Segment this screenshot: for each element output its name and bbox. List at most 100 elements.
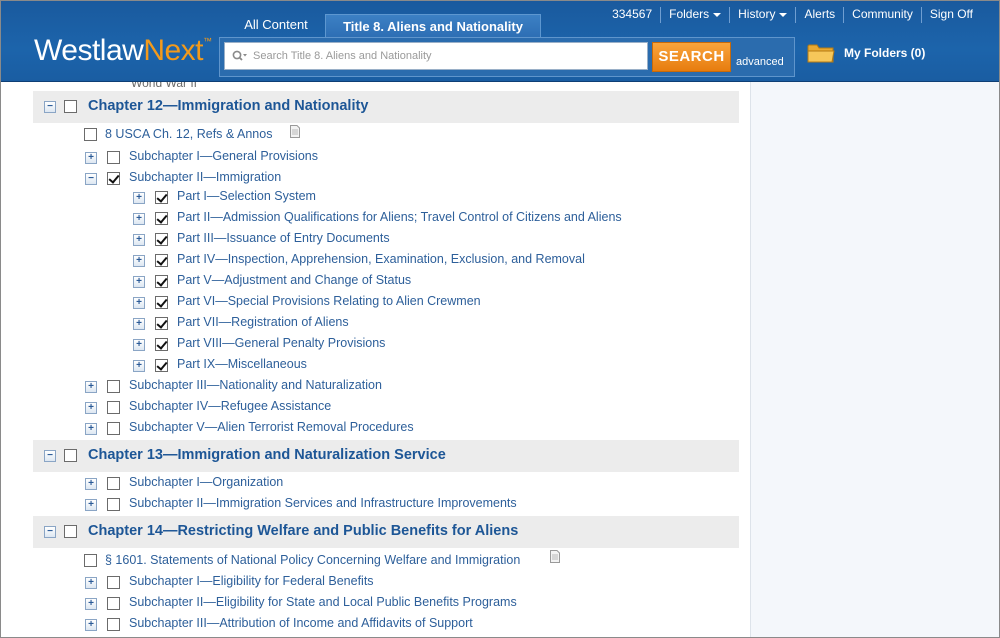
search-area: SEARCH advanced (219, 37, 795, 77)
subchapter-checkbox[interactable] (107, 401, 120, 414)
subchapter-link[interactable]: Subchapter IV—Refugee Assistance (129, 399, 331, 413)
refs-checkbox[interactable] (84, 128, 97, 141)
subchapter-link[interactable]: Subchapter V—Alien Terrorist Removal Pro… (129, 420, 414, 434)
part-link[interactable]: Part IX—Miscellaneous (177, 357, 307, 371)
search-box (224, 42, 648, 70)
part-checkbox[interactable] (155, 338, 168, 351)
logo-brand: Westlaw (34, 34, 144, 67)
part-checkbox[interactable] (155, 191, 168, 204)
chapter-12-link[interactable]: Chapter 12—Immigration and Nationality (88, 98, 368, 114)
history-menu-label: History (738, 7, 776, 21)
advanced-search-link[interactable]: advanced (736, 56, 784, 68)
part-checkbox[interactable] (155, 296, 168, 309)
collapse-icon[interactable]: − (44, 526, 56, 538)
subchapter-link[interactable]: Subchapter I—Eligibility for Federal Ben… (129, 574, 374, 588)
subchapter-link[interactable]: Subchapter III—Attribution of Income and… (129, 616, 473, 630)
chapter-13-link[interactable]: Chapter 13—Immigration and Naturalizatio… (88, 447, 446, 463)
expand-icon[interactable]: + (133, 339, 145, 351)
sign-off-link[interactable]: Sign Off (920, 7, 981, 23)
chapter-14-checkbox[interactable] (64, 525, 77, 538)
part-link[interactable]: Part I—Selection System (177, 189, 316, 203)
part-checkbox[interactable] (155, 212, 168, 225)
subchapter-checkbox[interactable] (107, 477, 120, 490)
expand-icon[interactable]: + (85, 152, 97, 164)
westlawnext-logo[interactable]: WestlawNext™ (34, 34, 212, 68)
chapter-14-link[interactable]: Chapter 14—Restricting Welfare and Publi… (88, 523, 518, 539)
folder-icon (807, 44, 835, 63)
part-link[interactable]: Part VII—Registration of Aliens (177, 315, 349, 329)
expand-icon[interactable]: + (133, 213, 145, 225)
part-link[interactable]: Part VIII—General Penalty Provisions (177, 336, 385, 350)
part-link[interactable]: Part III—Issuance of Entry Documents (177, 231, 390, 245)
subchapter-link[interactable]: Subchapter II—Immigration Services and I… (129, 496, 517, 510)
search-button[interactable]: SEARCH (652, 42, 731, 72)
search-icon[interactable] (231, 48, 247, 64)
chapter-13-checkbox[interactable] (64, 449, 77, 462)
right-pane (750, 82, 999, 637)
document-icon[interactable] (550, 550, 560, 563)
part-link[interactable]: Part II—Admission Qualifications for Ali… (177, 210, 622, 224)
part-link[interactable]: Part IV—Inspection, Apprehension, Examin… (177, 252, 585, 266)
header-bar: WestlawNext™ All Content Title 8. Aliens… (1, 1, 999, 82)
alerts-link[interactable]: Alerts (795, 7, 843, 23)
collapse-icon[interactable]: − (44, 101, 56, 113)
subchapter-link[interactable]: Subchapter I—General Provisions (129, 149, 318, 163)
history-menu[interactable]: History (729, 7, 795, 23)
expand-icon[interactable]: + (133, 234, 145, 246)
tab-title-8[interactable]: Title 8. Aliens and Nationality (325, 14, 541, 39)
expand-icon[interactable]: + (133, 192, 145, 204)
chevron-down-icon (779, 12, 788, 17)
subchapter-checkbox[interactable] (107, 597, 120, 610)
chevron-down-icon (713, 12, 722, 17)
folders-menu-label: Folders (669, 7, 710, 21)
part-checkbox[interactable] (155, 359, 168, 372)
chapter-12-row: − Chapter 12—Immigration and Nationality (33, 91, 739, 123)
subchapter-checkbox[interactable] (107, 380, 120, 393)
search-input[interactable] (253, 43, 641, 69)
part-checkbox[interactable] (155, 275, 168, 288)
part-link[interactable]: Part VI—Special Provisions Relating to A… (177, 294, 481, 308)
subchapter-checkbox[interactable] (107, 576, 120, 589)
expand-icon[interactable]: + (85, 577, 97, 589)
expand-icon[interactable]: + (133, 276, 145, 288)
subchapter-link[interactable]: Subchapter I—Organization (129, 475, 283, 489)
subchapter-checkbox[interactable] (107, 498, 120, 511)
subchapter-checkbox[interactable] (107, 618, 120, 631)
expand-icon[interactable]: + (85, 423, 97, 435)
subchapter-link[interactable]: Subchapter III—Nationality and Naturaliz… (129, 378, 382, 392)
part-checkbox[interactable] (155, 317, 168, 330)
expand-icon[interactable]: + (133, 318, 145, 330)
part-checkbox[interactable] (155, 254, 168, 267)
expand-icon[interactable]: + (85, 402, 97, 414)
collapse-icon[interactable]: − (44, 450, 56, 462)
subchapter-checkbox[interactable] (107, 151, 120, 164)
section-link[interactable]: § 1601. Statements of National Policy Co… (105, 553, 520, 567)
folders-menu[interactable]: Folders (660, 7, 729, 23)
expand-icon[interactable]: + (85, 478, 97, 490)
client-id[interactable]: 334567 (604, 7, 660, 23)
document-icon[interactable] (290, 125, 300, 138)
my-folders-link[interactable]: My Folders (0) (807, 41, 925, 65)
logo-trademark: ™ (203, 36, 212, 46)
expand-icon[interactable]: + (133, 255, 145, 267)
chapter-14-row: − Chapter 14—Restricting Welfare and Pub… (33, 516, 739, 548)
chapter-13-row: − Chapter 13—Immigration and Naturalizat… (33, 440, 739, 472)
expand-icon[interactable]: + (133, 297, 145, 309)
expand-icon[interactable]: + (85, 619, 97, 631)
section-checkbox[interactable] (84, 554, 97, 567)
expand-icon[interactable]: + (85, 381, 97, 393)
subchapter-checkbox[interactable] (107, 422, 120, 435)
tab-all-content[interactable]: All Content (236, 13, 316, 37)
expand-icon[interactable]: + (85, 499, 97, 511)
chapter-12-checkbox[interactable] (64, 100, 77, 113)
part-checkbox[interactable] (155, 233, 168, 246)
subchapter-link[interactable]: Subchapter II—Immigration (129, 170, 281, 184)
expand-icon[interactable]: + (133, 360, 145, 372)
part-link[interactable]: Part V—Adjustment and Change of Status (177, 273, 411, 287)
collapse-icon[interactable]: − (85, 173, 97, 185)
community-link[interactable]: Community (843, 7, 921, 23)
subchapter-checkbox[interactable] (107, 172, 120, 185)
expand-icon[interactable]: + (85, 598, 97, 610)
subchapter-link[interactable]: Subchapter II—Eligibility for State and … (129, 595, 517, 609)
refs-link[interactable]: 8 USCA Ch. 12, Refs & Annos (105, 127, 272, 141)
